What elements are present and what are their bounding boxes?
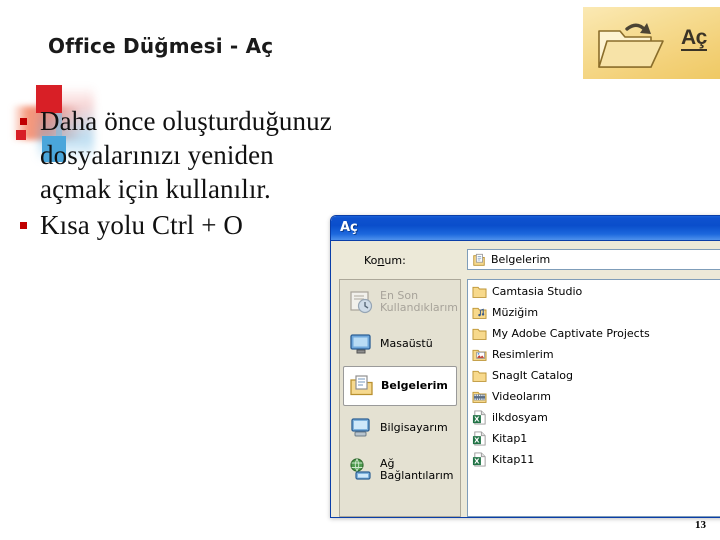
place-label: Ağ Bağlantılarım	[380, 457, 454, 482]
folder-icon	[472, 328, 487, 340]
list-item[interactable]: Resimlerim	[468, 344, 720, 365]
place-label: Belgelerim	[381, 379, 448, 392]
page-title: Office Düğmesi - Aç	[48, 34, 274, 58]
open-file-dialog: Aç Konum: Belgelerim En Son Kullandıklar…	[330, 215, 720, 518]
place-item-recent[interactable]: En Son Kullandıklarım	[343, 282, 458, 322]
place-label: Masaüstü	[380, 337, 433, 350]
file-name: ilkdosyam	[492, 411, 548, 424]
svg-text:X: X	[474, 435, 480, 444]
file-name: Resimlerim	[492, 348, 554, 361]
list-item[interactable]: Camtasia Studio	[468, 281, 720, 302]
folder-icon	[472, 286, 487, 298]
look-in-label: Konum:	[364, 254, 406, 267]
list-item: Kısa yolu Ctrl + O	[14, 208, 344, 242]
file-name: Kitap1	[492, 432, 528, 445]
my-computer-icon	[351, 418, 370, 437]
file-name: Videolarım	[492, 390, 551, 403]
my-documents-icon	[350, 375, 373, 396]
my-documents-icon	[473, 253, 485, 266]
svg-text:X: X	[474, 456, 480, 465]
file-name: Kitap11	[492, 453, 535, 466]
list-item[interactable]: Müziğim	[468, 302, 720, 323]
banner-label: Aç	[681, 26, 707, 51]
file-name: Camtasia Studio	[492, 285, 583, 298]
list-item[interactable]: X Kitap1	[468, 428, 720, 449]
look-in-label-before: Ko	[364, 254, 378, 267]
place-item-my-computer[interactable]: Bilgisayarım	[343, 408, 457, 448]
dialog-titlebar[interactable]: Aç	[331, 216, 720, 241]
network-places-icon	[350, 458, 371, 480]
list-item[interactable]: Videolarım	[468, 386, 720, 407]
excel-file-icon: X	[472, 452, 486, 467]
desktop-icon	[350, 334, 371, 354]
list-item[interactable]: SnagIt Catalog	[468, 365, 720, 386]
excel-file-icon: X	[472, 410, 486, 425]
excel-file-icon: X	[472, 431, 486, 446]
svg-text:X: X	[474, 414, 480, 423]
look-in-row: Konum: Belgelerim	[331, 247, 720, 275]
places-bar: En Son Kullandıklarım Masaüstü Belgeleri…	[339, 279, 461, 517]
file-list[interactable]: Camtasia Studio Müziğim My Adobe Captiva…	[467, 279, 720, 517]
music-folder-icon	[472, 307, 487, 319]
slide-canvas: Aç Office Düğmesi - Aç Daha önce oluştur…	[0, 0, 720, 540]
file-name: My Adobe Captivate Projects	[492, 327, 650, 340]
list-item[interactable]: X Kitap11	[468, 449, 720, 470]
bullet-marker-icon	[20, 118, 27, 125]
bullet-marker-icon	[20, 222, 27, 229]
video-folder-icon	[472, 391, 487, 403]
list-item[interactable]: My Adobe Captivate Projects	[468, 323, 720, 344]
dialog-title: Aç	[340, 220, 358, 235]
file-name: SnagIt Catalog	[492, 369, 573, 382]
look-in-combobox[interactable]: Belgelerim	[467, 249, 720, 270]
open-folder-icon	[598, 23, 664, 68]
bullet-text: Daha önce oluşturduğunuz dosyalarınızı y…	[40, 106, 332, 204]
place-item-network[interactable]: Ağ Bağlantılarım	[343, 450, 457, 490]
place-label: Bilgisayarım	[380, 421, 448, 434]
folder-icon	[472, 370, 487, 382]
file-name: Müziğim	[492, 306, 539, 319]
place-item-my-documents[interactable]: Belgelerim	[343, 366, 457, 406]
place-item-desktop[interactable]: Masaüstü	[343, 324, 457, 364]
bullet-text: Kısa yolu Ctrl + O	[40, 210, 244, 240]
list-item[interactable]: X ilkdosyam	[468, 407, 720, 428]
dialog-body: Konum: Belgelerim En Son Kullandıklarım …	[331, 241, 720, 517]
page-number: 13	[695, 519, 706, 531]
bullet-list: Daha önce oluşturduğunuz dosyalarınızı y…	[14, 104, 344, 244]
list-item: Daha önce oluşturduğunuz dosyalarınızı y…	[14, 104, 344, 206]
recent-documents-icon	[350, 291, 373, 314]
open-command-banner: Aç	[583, 7, 720, 79]
pictures-folder-icon	[472, 349, 487, 361]
look-in-value: Belgelerim	[491, 253, 551, 266]
look-in-label-after: um:	[384, 254, 406, 267]
place-label: En Son Kullandıklarım	[380, 289, 458, 314]
